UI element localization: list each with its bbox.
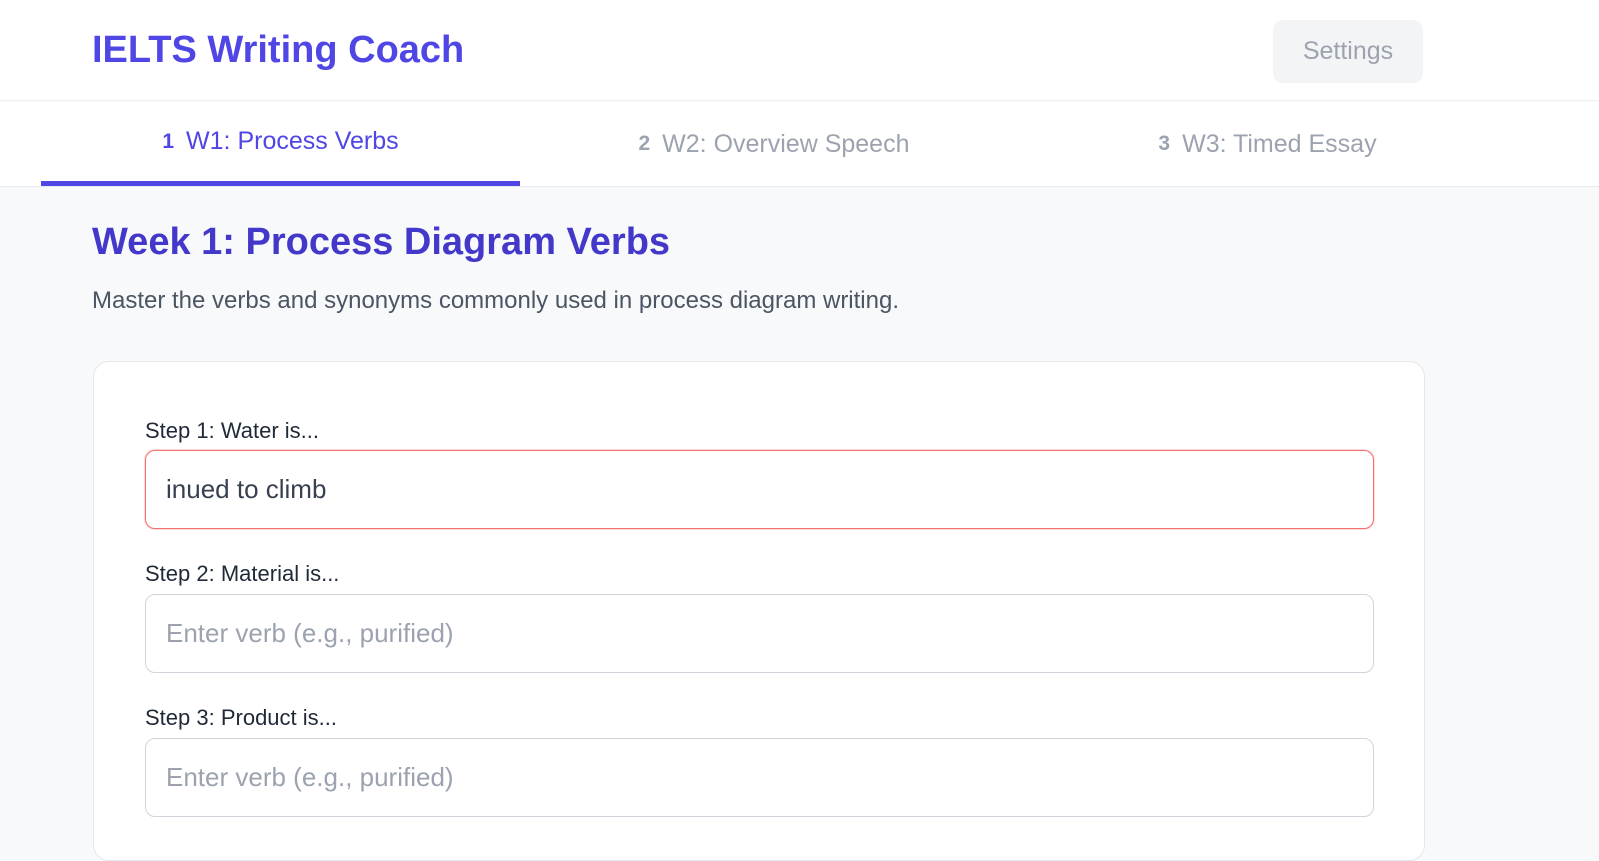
step-2-label: Step 2: Material is... — [145, 561, 340, 586]
tab-label: W3: Timed Essay — [1182, 129, 1377, 158]
tab-number: 1 — [162, 129, 175, 153]
step-3-input[interactable] — [145, 738, 1374, 817]
step-3-label: Step 3: Product is... — [145, 705, 337, 730]
app-header: IELTS Writing Coach Settings — [0, 0, 1599, 101]
tab-week-1[interactable]: 1 W1: Process Verbs — [41, 102, 520, 186]
tab-week-3[interactable]: 3 W3: Timed Essay — [1028, 102, 1507, 186]
tab-week-2[interactable]: 2 W2: Overview Speech — [520, 102, 1028, 186]
tab-label: W2: Overview Speech — [662, 129, 910, 158]
tab-label: W1: Process Verbs — [186, 127, 399, 155]
settings-button[interactable]: Settings — [1273, 20, 1423, 83]
step-1-input[interactable] — [145, 450, 1374, 529]
step-2-input[interactable] — [145, 594, 1374, 673]
step-1-label: Step 1: Water is... — [145, 418, 320, 443]
week-tabs: 1 W1: Process Verbs 2 W2: Overview Speec… — [0, 102, 1599, 187]
tab-number: 2 — [638, 132, 651, 155]
section-description: Master the verbs and synonyms commonly u… — [92, 287, 899, 314]
app-title: IELTS Writing Coach — [92, 29, 465, 71]
tab-number: 3 — [1158, 132, 1171, 155]
section-title: Week 1: Process Diagram Verbs — [92, 221, 671, 263]
